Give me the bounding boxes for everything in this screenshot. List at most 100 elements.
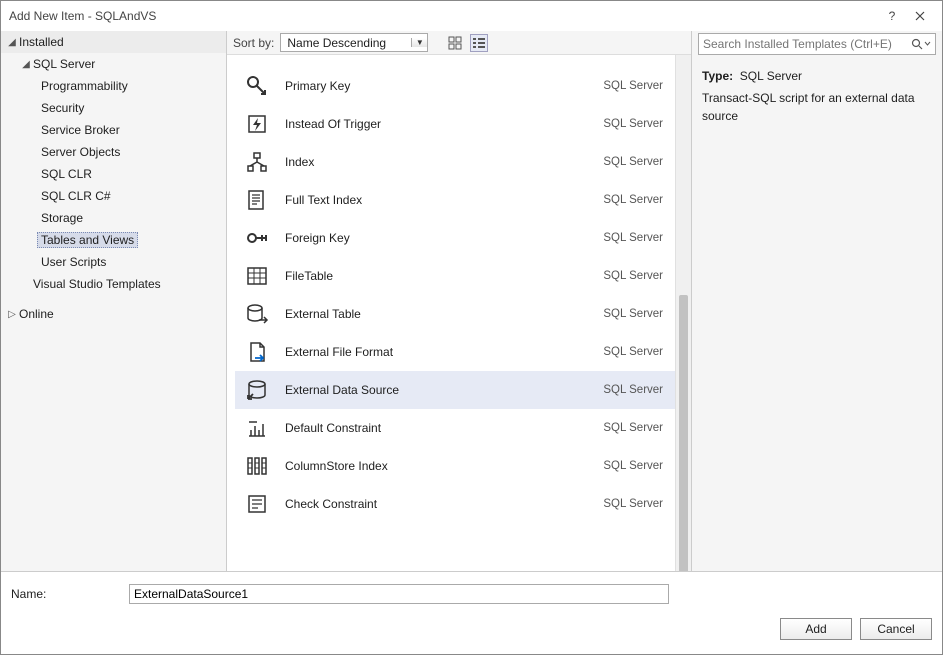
template-name: Primary Key xyxy=(285,79,589,93)
tree-label: SQL Server xyxy=(33,57,95,71)
tree-node-category[interactable]: Security xyxy=(1,97,226,119)
type-value: SQL Server xyxy=(740,69,802,83)
view-grid-button[interactable] xyxy=(446,34,464,52)
template-name: Default Constraint xyxy=(285,421,589,435)
template-list-wrap: Primary Key SQL Server Instead Of Trigger S… xyxy=(227,55,691,571)
tree-label: Programmability xyxy=(41,79,128,93)
template-name: Foreign Key xyxy=(285,231,589,245)
template-item[interactable]: Foreign KeySQL Server xyxy=(235,219,675,257)
template-name: External Data Source xyxy=(285,383,589,397)
fileformat-icon xyxy=(243,338,271,366)
add-button[interactable]: Add xyxy=(780,618,852,640)
template-category: SQL Server xyxy=(603,270,663,282)
sort-value: Name Descending xyxy=(281,36,411,50)
tree-node-category[interactable]: Storage xyxy=(1,207,226,229)
tree-label: Storage xyxy=(41,211,83,225)
name-input[interactable] xyxy=(129,584,669,604)
template-category: SQL Server xyxy=(603,460,663,472)
filetable-icon xyxy=(243,262,271,290)
tree-node-online[interactable]: ▷ Online xyxy=(1,303,226,325)
template-name: Instead Of Trigger xyxy=(285,117,589,131)
template-name: External Table xyxy=(285,307,589,321)
template-category: SQL Server xyxy=(603,384,663,396)
help-button[interactable]: ? xyxy=(878,6,906,26)
primary-key-icon xyxy=(243,72,271,100)
tree-label: SQL CLR C# xyxy=(41,189,111,203)
foreign-key-icon xyxy=(243,224,271,252)
tree-node-category[interactable]: Server Objects xyxy=(1,141,226,163)
template-category: SQL Server xyxy=(603,498,663,510)
template-item[interactable]: External File Format SQL Server xyxy=(235,333,675,371)
template-category: SQL Server xyxy=(603,156,663,168)
tree-label: Visual Studio Templates xyxy=(33,277,161,291)
datasource-icon xyxy=(243,376,271,404)
description-text: Transact-SQL script for an external data… xyxy=(702,91,915,123)
chevron-down-icon: ▼ xyxy=(411,38,427,47)
scrollbar-thumb[interactable] xyxy=(679,295,688,571)
name-row: Name: xyxy=(11,584,932,604)
tree-label: Service Broker xyxy=(41,123,120,137)
template-name: ColumnStore Index xyxy=(285,459,589,473)
template-item[interactable]: External Data Source SQL Server xyxy=(235,371,675,409)
search-icon[interactable] xyxy=(907,38,931,50)
externaltable-icon xyxy=(243,300,271,328)
name-label: Name: xyxy=(11,587,121,601)
button-row: Add Cancel xyxy=(11,618,932,640)
expander-icon: ◢ xyxy=(19,59,33,70)
template-item[interactable]: Default Constraint SQL Server xyxy=(235,409,675,447)
tree-label: Server Objects xyxy=(41,145,120,159)
sort-dropdown[interactable]: Name Descending ▼ xyxy=(280,33,428,52)
template-item[interactable]: ColumnStore Index SQL Server xyxy=(235,447,675,485)
window-title: Add New Item - SQLAndVS xyxy=(9,9,878,23)
view-list-button[interactable] xyxy=(470,34,488,52)
titlebar: Add New Item - SQLAndVS ? xyxy=(1,1,942,31)
template-list: Primary Key SQL Server Instead Of Trigger S… xyxy=(227,55,675,571)
tree-node-vs-templates[interactable]: Visual Studio Templates xyxy=(1,273,226,295)
template-name: Index xyxy=(285,155,589,169)
constraint-icon xyxy=(243,414,271,442)
template-item[interactable]: Primary Key SQL Server xyxy=(235,67,675,105)
template-item[interactable]: Index SQL Server xyxy=(235,143,675,181)
type-label: Type: xyxy=(702,69,733,83)
columnstore-icon xyxy=(243,452,271,480)
tree-node-category[interactable]: SQL CLR xyxy=(1,163,226,185)
template-item[interactable]: Full Text Index SQL Server xyxy=(235,181,675,219)
check-icon xyxy=(243,490,271,518)
add-new-item-dialog: Add New Item - SQLAndVS ? ◢ Installed ◢ … xyxy=(0,0,943,655)
close-button[interactable] xyxy=(906,6,934,26)
tree-node-category[interactable]: Service Broker xyxy=(1,119,226,141)
tree-header-installed[interactable]: ◢ Installed xyxy=(1,31,226,53)
template-item[interactable]: Instead Of Trigger SQL Server xyxy=(235,105,675,143)
template-item[interactable]: FileTableSQL Server xyxy=(235,257,675,295)
info-panel: Type: SQL Server Transact-SQL script for… xyxy=(692,31,942,571)
tree-label: User Scripts xyxy=(41,255,106,269)
search-box[interactable] xyxy=(698,33,936,55)
tree-node-category[interactable]: User Scripts xyxy=(1,251,226,273)
template-description: Type: SQL Server Transact-SQL script for… xyxy=(692,61,942,131)
tree-node-category[interactable]: SQL CLR C# xyxy=(1,185,226,207)
sort-label: Sort by: xyxy=(233,36,274,50)
cancel-button[interactable]: Cancel xyxy=(860,618,932,640)
trigger-icon xyxy=(243,110,271,138)
tree-node-category[interactable]: Programmability xyxy=(1,75,226,97)
fulltext-icon xyxy=(243,186,271,214)
template-item[interactable]: External TableSQL Server xyxy=(235,295,675,333)
template-item[interactable]: Check ConstraintSQL Server xyxy=(235,485,675,523)
tree-label: Online xyxy=(19,307,54,321)
dialog-body: ◢ Installed ◢ SQL Server Programmability… xyxy=(1,31,942,571)
tree-label: Tables and Views xyxy=(37,232,138,248)
tree-node-sqlserver[interactable]: ◢ SQL Server xyxy=(1,53,226,75)
template-category: SQL Server xyxy=(603,194,663,206)
template-category: SQL Server xyxy=(603,118,663,130)
tree-label: Installed xyxy=(19,35,64,49)
template-category: SQL Server xyxy=(603,80,663,92)
tree-node-category[interactable]: Tables and Views xyxy=(1,229,226,251)
template-category: SQL Server xyxy=(603,422,663,434)
index-icon xyxy=(243,148,271,176)
search-input[interactable] xyxy=(703,37,907,51)
scrollbar[interactable] xyxy=(675,55,691,571)
template-name: External File Format xyxy=(285,345,589,359)
category-tree: ◢ Installed ◢ SQL Server Programmability… xyxy=(1,31,227,571)
template-category: SQL Server xyxy=(603,346,663,358)
template-name: Full Text Index xyxy=(285,193,589,207)
